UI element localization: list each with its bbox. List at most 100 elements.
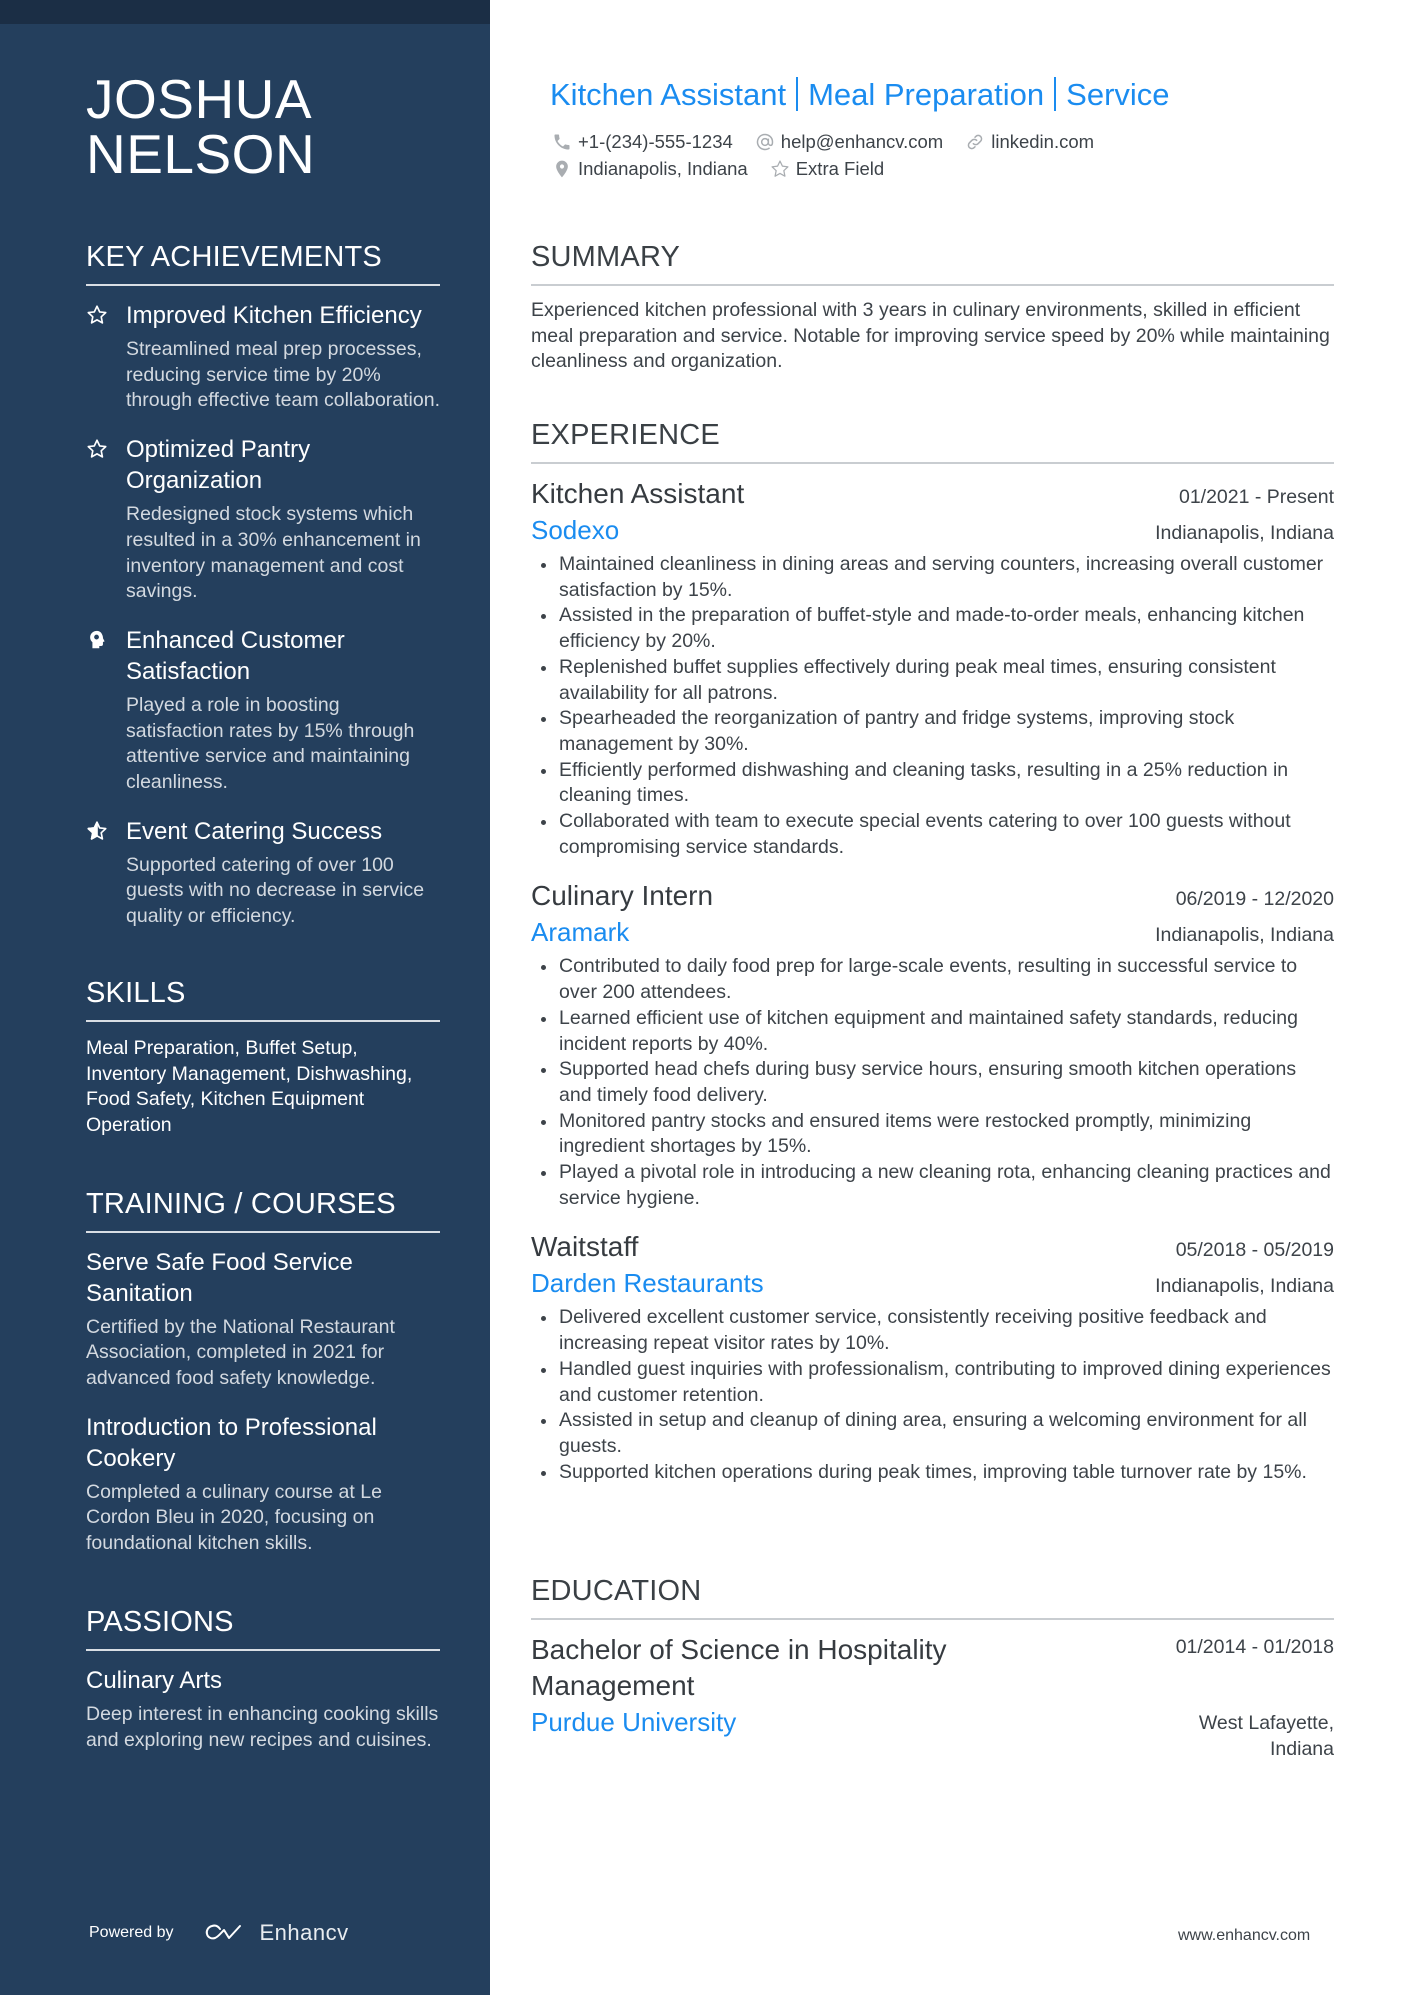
job-date: 06/2019 - 12/2020 [1175,888,1334,911]
headline-skill: Service [1066,77,1170,112]
education-degree: Bachelor of Science in Hospitality Manag… [531,1634,947,1701]
job-date: 05/2018 - 05/2019 [1175,1239,1334,1262]
training-section: TRAINING / COURSES Serve Safe Food Servi… [86,1187,440,1557]
job-bullet: Maintained cleanliness in dining areas a… [531,552,1334,603]
job-bullet: Delivered excellent customer service, co… [531,1305,1334,1356]
job-entry: Kitchen Assistant 01/2021 - Present Sode… [531,476,1334,860]
contact-info: +1-(234)-555-1234 help@enhancv.com linke… [552,128,1116,182]
education-section: EDUCATION Bachelor of Science in Hospita… [531,1574,1334,1762]
key-achievements-section: KEY ACHIEVEMENTS Improved Kitchen Effici… [86,240,440,930]
achievement-title: Improved Kitchen Efficiency [126,302,422,329]
summary-title: SUMMARY [531,240,1334,286]
job-bullet: Contributed to daily food prep for large… [531,954,1334,1005]
passions-section: PASSIONS Culinary Arts Deep interest in … [86,1605,440,1753]
job-bullet: Assisted in setup and cleanup of dining … [531,1408,1334,1459]
job-bullet: Monitored pantry stocks and ensured item… [531,1109,1334,1160]
at-sign-icon [756,133,774,150]
job-title: Waitstaff [531,1231,639,1263]
job-location: Indianapolis, Indiana [1155,522,1334,544]
achievement-item: Enhanced Customer Satisfaction Played a … [86,625,440,796]
skills-title: SKILLS [86,976,440,1022]
education-date: 01/2014 - 01/2018 [1175,1636,1334,1658]
powered-by-label: Powered by [89,1924,174,1941]
star-half-icon [86,816,126,930]
achievement-description: Streamlined meal prep processes, reducin… [126,338,440,412]
summary-section: SUMMARY Experienced kitchen professional… [531,240,1334,375]
job-title: Kitchen Assistant [531,478,745,509]
achievement-title: Enhanced Customer Satisfaction [126,626,345,685]
achievement-description: Played a role in boosting satisfaction r… [126,693,415,794]
job-bullet: Supported kitchen operations during peak… [531,1460,1334,1486]
candidate-name: JOSHUA NELSON [86,68,316,185]
job-company: Sodexo [531,515,620,545]
course-description: Certified by the National Restaurant Ass… [86,1315,395,1390]
job-company: Darden Restaurants [531,1268,764,1299]
course-item: Introduction to Professional Cookery Com… [86,1412,440,1557]
phone-icon [554,134,570,149]
key-achievements-title: KEY ACHIEVEMENTS [86,240,440,286]
job-company: Aramark [531,917,630,948]
education-title: EDUCATION [531,1574,1334,1620]
contact-extra: Extra Field [770,155,884,182]
star-outline-icon [86,434,126,605]
summary-text: Experienced kitchen professional with 3 … [531,299,1330,373]
powered-by: Powered by Enhancv [89,1920,349,1946]
education-location: West Lafayette, Indiana [1198,1712,1334,1760]
passion-item: Culinary Arts Deep interest in enhancing… [86,1665,440,1753]
contact-email[interactable]: help@enhancv.com [755,128,943,155]
headline-skill: Meal Preparation [808,77,1045,112]
course-description: Completed a culinary course at Le Cordon… [86,1480,382,1555]
job-date: 01/2021 - Present [1178,486,1334,508]
job-bullet: Collaborated with team to execute specia… [531,809,1334,860]
headline-separator [1054,77,1057,111]
star-outline-icon [86,300,126,414]
headline-separator [796,77,799,111]
location-pin-icon [556,160,568,177]
footer-url[interactable]: www.enhancv.com [1178,1927,1310,1945]
achievement-title: Event Catering Success [126,817,383,845]
achievement-item: Optimized Pantry Organization Redesigned… [86,434,440,605]
enhancv-logo-icon [205,1924,241,1940]
passions-title: PASSIONS [86,1605,440,1651]
education-entry: Bachelor of Science in Hospitality Manag… [531,1632,1334,1762]
job-bullet: Played a pivotal role in introducing a n… [531,1160,1334,1211]
achievement-description: Supported catering of over 100 guests wi… [126,853,425,928]
job-entry: Waitstaff 05/2018 - 05/2019 Darden Resta… [531,1229,1334,1485]
course-title: Serve Safe Food Service Sanitation [86,1248,353,1307]
job-bullet: Efficiently performed dishwashing and cl… [531,758,1334,809]
passion-title: Culinary Arts [86,1666,223,1694]
job-bullets: Contributed to daily food prep for large… [531,954,1334,1211]
achievement-item: Improved Kitchen Efficiency Streamlined … [86,300,440,414]
passion-description: Deep interest in enhancing cooking skill… [86,1702,439,1751]
job-bullet: Learned efficient use of kitchen equipme… [531,1006,1334,1057]
link-icon [967,134,983,149]
job-location: Indianapolis, Indiana [1155,924,1334,947]
job-bullet: Spearheaded the reorganization of pantry… [531,706,1334,757]
contact-linkedin[interactable]: linkedin.com [965,128,1094,155]
job-title: Culinary Intern [531,880,714,912]
job-bullet: Handled guest inquiries with professiona… [531,1357,1334,1408]
job-location: Indianapolis, Indiana [1155,1275,1334,1298]
skills-section: SKILLS Meal Preparation, Buffet Setup, I… [86,976,440,1139]
job-bullet: Supported head chefs during busy service… [531,1057,1334,1108]
sidebar-top-band [0,0,490,24]
achievement-description: Redesigned stock systems which resulted … [126,503,421,603]
headline: Kitchen Assistant Meal Preparation Service [550,76,1170,114]
job-bullet: Assisted in the preparation of buffet-st… [531,603,1334,654]
course-title: Introduction to Professional Cookery [86,1413,377,1472]
job-bullets: Maintained cleanliness in dining areas a… [531,552,1334,860]
achievement-title: Optimized Pantry Organization [126,436,311,495]
contact-phone[interactable]: +1-(234)-555-1234 [552,128,733,155]
education-school: Purdue University [531,1707,737,1737]
job-bullet: Replenished buffet supplies effectively … [531,655,1334,706]
job-entry: Culinary Intern 06/2019 - 12/2020 Aramar… [531,878,1334,1211]
job-bullets: Delivered excellent customer service, co… [531,1305,1334,1485]
head-idea-icon [86,625,126,796]
contact-location: Indianapolis, Indiana [552,155,748,182]
skills-list: Meal Preparation, Buffet Setup, Inventor… [86,1036,413,1136]
headline-role: Kitchen Assistant [550,77,787,112]
experience-title: EXPERIENCE [531,418,1334,464]
enhancv-brand: Enhancv [259,1920,349,1945]
star-outline-icon [771,159,789,177]
sidebar: JOSHUA NELSON KEY ACHIEVEMENTS Improved … [0,0,490,1995]
